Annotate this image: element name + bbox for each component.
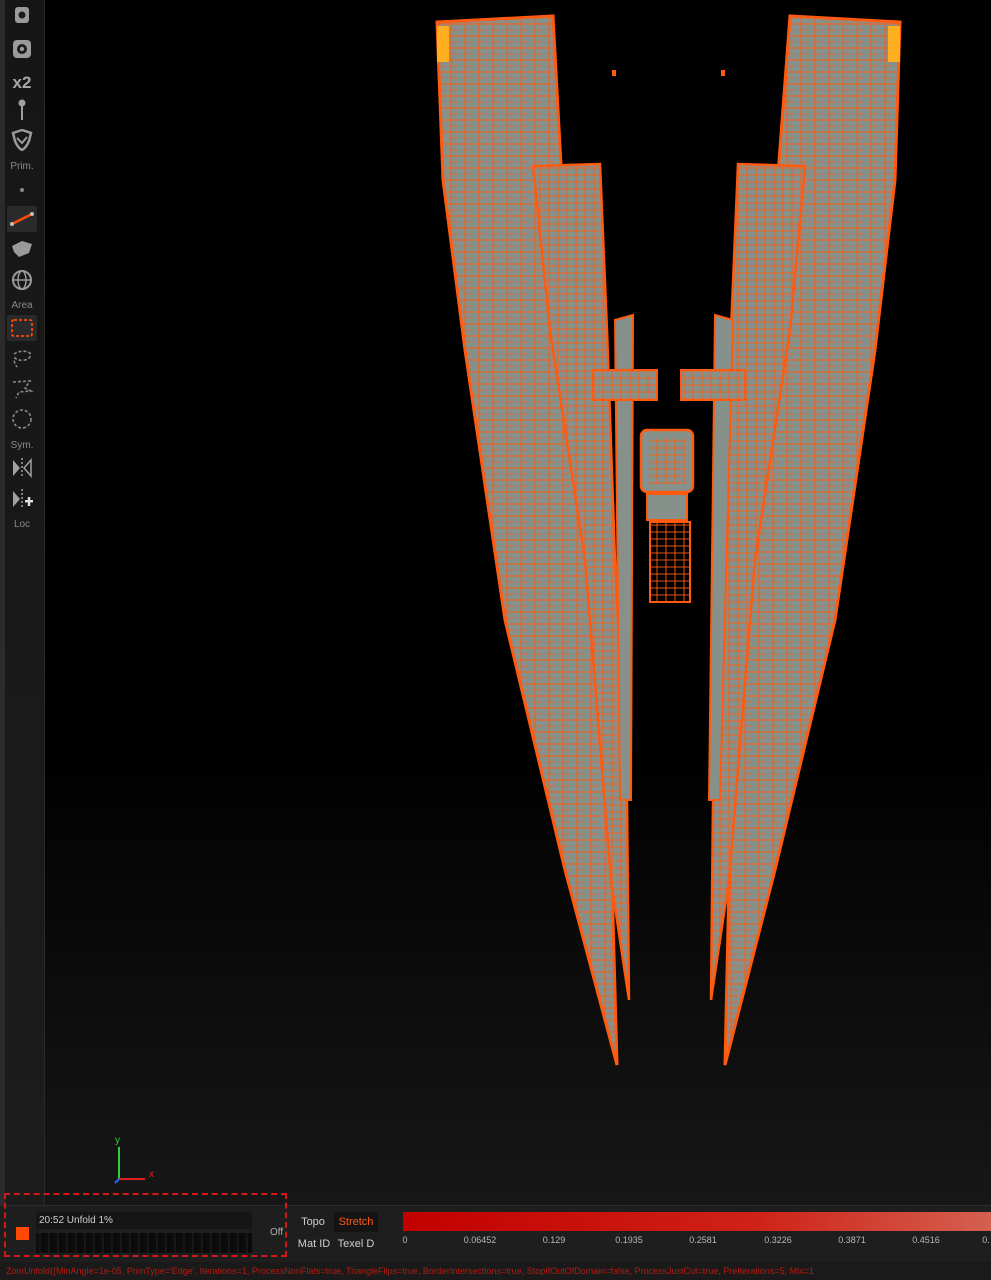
left-toolbar: x2 Prim. Area Sym. Loc [0,0,45,1205]
axis-x-label: x [149,1169,154,1180]
task-status-text: 20:52 Unfold 1% [36,1212,252,1229]
sym-label: Sym. [10,440,34,451]
off-toggle[interactable]: Off [270,1227,283,1238]
mat-id-button[interactable]: Mat ID [296,1234,332,1254]
command-line-log: ZomUnfold({MinAngle=1e-05, PrimType='Edg… [0,1262,991,1280]
area-label: Area [11,300,33,311]
legend-tick: 0 [402,1235,408,1245]
lock-icon[interactable] [7,2,37,28]
shield-icon[interactable] [7,127,37,153]
legend-tick: 0.3871 [838,1235,866,1245]
mirror-icon[interactable] [7,455,37,481]
rect-select-icon[interactable] [7,315,37,341]
task-progress-bar [36,1233,252,1253]
legend-tick: 0.4516 [912,1235,940,1245]
stretch-legend-gradient [403,1212,991,1231]
pin-icon[interactable] [7,97,37,123]
legend-tick: 0.1935 [615,1235,643,1245]
axis-gizmo: y x [114,1135,154,1184]
texel-d-button[interactable]: Texel D [334,1234,378,1254]
lasso-icon[interactable] [7,346,37,372]
prim-label: Prim. [10,161,34,172]
axis-y-label: y [115,1135,120,1146]
move-icon[interactable] [7,236,37,262]
circle-select-icon[interactable] [7,406,37,432]
task-color-swatch[interactable] [16,1227,29,1240]
legend-tick: 0.129 [542,1235,566,1245]
uv-islands [435,14,902,1066]
topo-button[interactable]: Topo [296,1212,330,1232]
globe-icon[interactable] [7,267,37,293]
loc-label: Loc [13,519,31,530]
camera-icon[interactable] [7,36,37,62]
legend-tick: 0.3226 [764,1235,792,1245]
edge-select-icon[interactable] [7,206,37,232]
stretch-button[interactable]: Stretch [334,1212,378,1232]
legend-tick: 0.2581 [689,1235,717,1245]
toolbar-edge [0,0,5,1205]
x2-label: x2 [12,73,32,92]
legend-tick: 0. [982,1235,990,1245]
center-island[interactable] [639,428,695,603]
mirror-add-icon[interactable] [7,486,37,512]
polygon-lasso-icon[interactable] [7,376,37,402]
uv-viewport[interactable]: y x [45,0,991,1205]
legend-tick: 0.06452 [463,1235,497,1245]
dot-icon[interactable] [7,177,37,203]
double-icon[interactable]: x2 [7,70,37,96]
